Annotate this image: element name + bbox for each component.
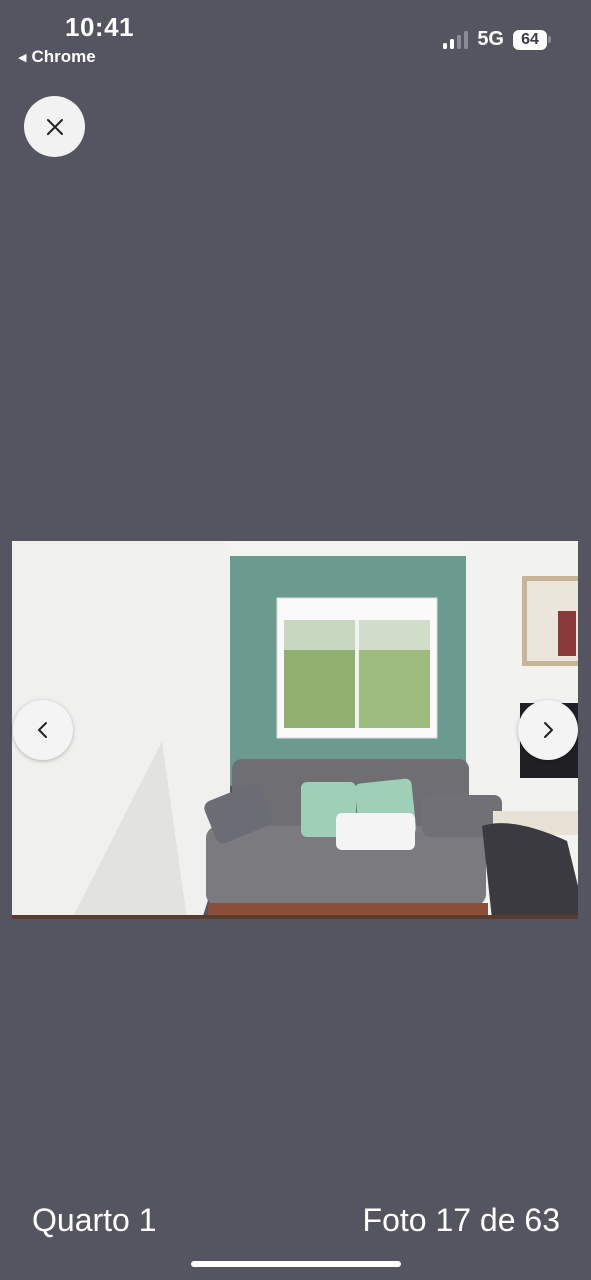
photo-caption: Quarto 1: [32, 1202, 157, 1238]
back-to-app-link[interactable]: ◀ Chrome: [18, 47, 96, 67]
network-type: 5G: [477, 28, 504, 50]
cellular-signal-icon: [443, 30, 469, 49]
status-indicators: 5G 64: [443, 28, 551, 51]
chevron-right-icon: [544, 722, 553, 738]
battery-icon: 64: [513, 29, 551, 50]
home-indicator[interactable]: [191, 1261, 401, 1267]
back-triangle-icon: ◀: [18, 51, 27, 64]
battery-level: 64: [513, 29, 547, 50]
status-time: 10:41: [65, 12, 134, 42]
next-photo-button[interactable]: [518, 700, 578, 760]
close-icon: [46, 118, 63, 135]
status-bar: 10:41 ◀ Chrome 5G 64: [0, 0, 591, 70]
photo-counter: Foto 17 de 63: [362, 1202, 560, 1238]
chevron-left-icon: [38, 722, 47, 738]
close-button[interactable]: [24, 96, 85, 157]
back-app-label: Chrome: [31, 47, 96, 66]
gallery-photo: [12, 541, 578, 919]
previous-photo-button[interactable]: [13, 700, 73, 760]
